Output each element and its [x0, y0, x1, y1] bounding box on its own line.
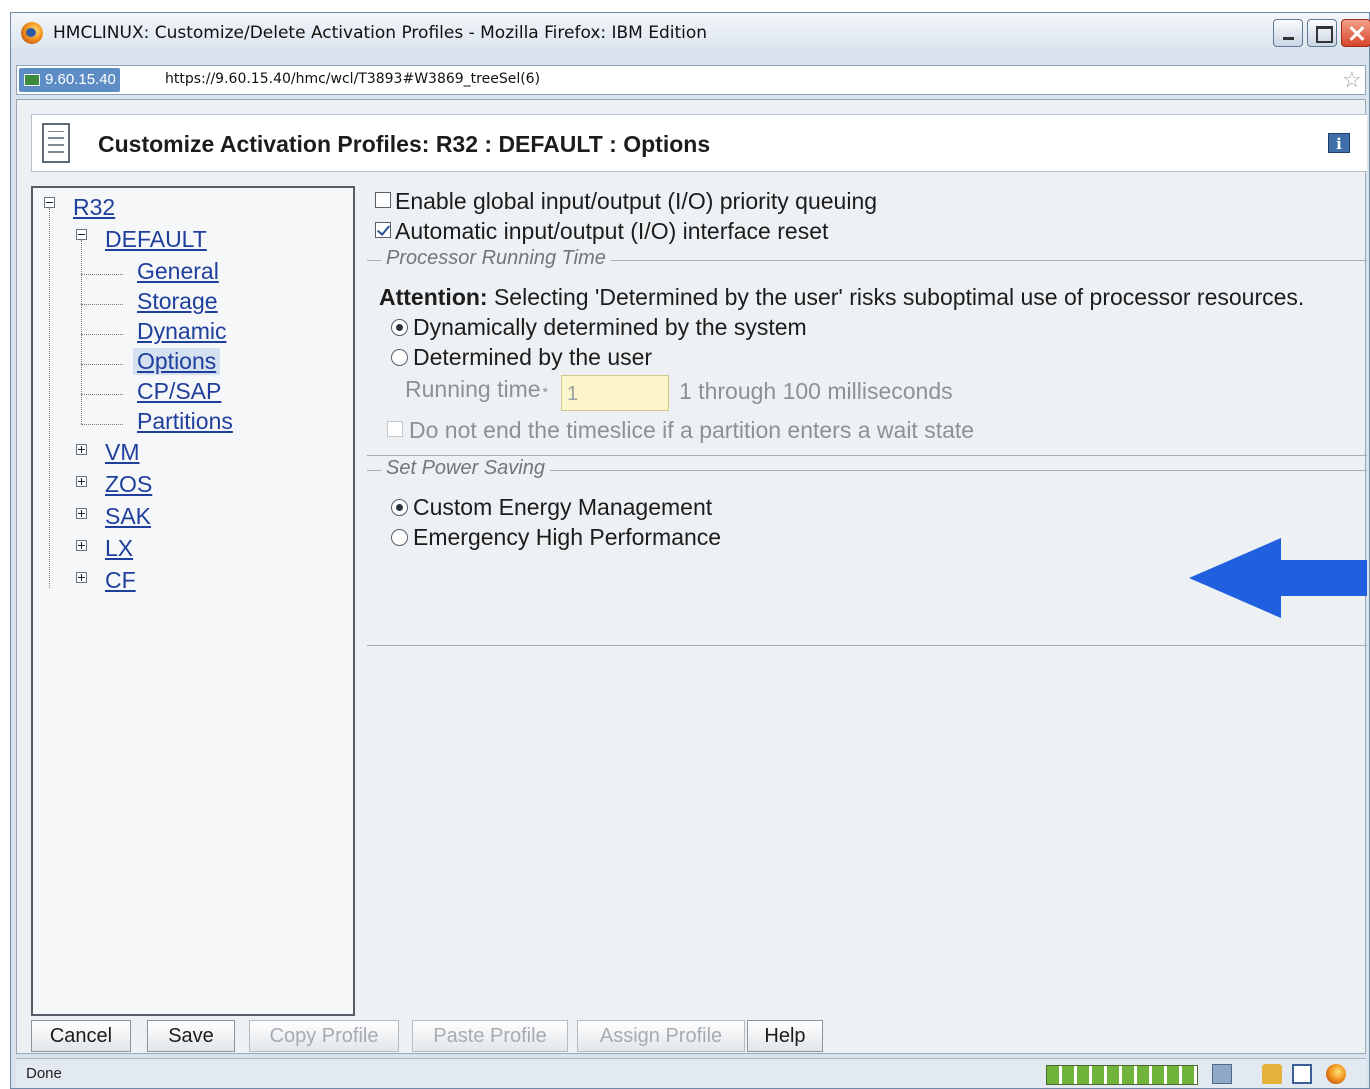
tree-line	[49, 208, 50, 588]
profile-tree: R32 DEFAULT General Storage Dynamic Opti…	[31, 186, 355, 1016]
expand-icon[interactable]	[76, 572, 87, 583]
tree-node-partitions[interactable]: Partitions	[137, 408, 233, 435]
tree-node-cpsap[interactable]: CP/SAP	[137, 378, 221, 405]
copy-profile-button[interactable]: Copy Profile	[249, 1020, 399, 1052]
tree-node-lx[interactable]: LX	[105, 535, 133, 562]
global-io-priority-checkbox[interactable]	[375, 192, 391, 208]
tree-node-cf[interactable]: CF	[105, 567, 136, 594]
options-panel: Enable global input/output (I/O) priorit…	[367, 186, 1367, 1016]
tree-line	[81, 274, 123, 275]
running-time-label: Running time *	[405, 376, 548, 403]
expand-icon[interactable]	[76, 540, 87, 551]
popup-blocked-icon[interactable]	[1292, 1064, 1312, 1084]
io-interface-reset-checkbox[interactable]	[375, 222, 391, 238]
site-identity-badge[interactable]: 9.60.15.40	[19, 68, 120, 92]
bookmark-star-icon[interactable]: ☆	[1342, 68, 1362, 92]
status-text: Done	[26, 1065, 62, 1082]
expand-icon[interactable]	[76, 476, 87, 487]
maximize-button[interactable]	[1307, 19, 1337, 47]
custom-energy-label: Custom Energy Management	[413, 494, 713, 520]
user-determined-radio[interactable]	[391, 349, 408, 366]
lock-icon[interactable]	[1262, 1064, 1282, 1084]
timeslice-wait-label: Do not end the timeslice if a partition …	[409, 417, 975, 443]
tree-node-dynamic[interactable]: Dynamic	[137, 318, 226, 345]
site-icon	[24, 74, 40, 86]
page-title: Customize Activation Profiles: R32 : DEF…	[98, 131, 711, 157]
minimize-button[interactable]	[1273, 19, 1303, 47]
tree-node-storage[interactable]: Storage	[137, 288, 218, 315]
collapse-icon[interactable]	[44, 197, 55, 208]
dynamic-determined-label: Dynamically determined by the system	[413, 314, 807, 340]
assign-profile-button[interactable]: Assign Profile	[577, 1020, 745, 1052]
attention-label: Attention:	[379, 284, 488, 310]
tree-node-general[interactable]: General	[137, 258, 219, 285]
tree-node-sak[interactable]: SAK	[105, 503, 151, 530]
expand-icon[interactable]	[76, 508, 87, 519]
firefox-icon	[21, 22, 43, 44]
timeslice-wait-checkbox[interactable]	[387, 421, 403, 437]
required-marker: *	[542, 384, 548, 400]
info-icon[interactable]: i	[1328, 133, 1350, 153]
left-arrow-icon	[1189, 538, 1367, 618]
title-bar: HMCLINUX: Customize/Delete Activation Pr…	[11, 13, 1370, 51]
status-bar: Done	[16, 1058, 1366, 1088]
content-area: Customize Activation Profiles: R32 : DEF…	[16, 99, 1367, 1054]
tree-line	[81, 240, 82, 424]
tree-node-default[interactable]: DEFAULT	[105, 226, 207, 253]
power-saving-legend: Set Power Saving	[381, 457, 550, 480]
progress-meter	[1046, 1065, 1198, 1085]
tree-node-vm[interactable]: VM	[105, 439, 140, 466]
emergency-performance-radio[interactable]	[391, 529, 408, 546]
user-determined-label: Determined by the user	[413, 344, 653, 370]
tree-line	[81, 364, 123, 365]
running-time-input[interactable]: 1	[561, 375, 669, 411]
download-icon[interactable]	[1212, 1064, 1232, 1084]
running-time-label-text: Running time	[405, 376, 541, 402]
tree-line	[81, 424, 123, 425]
browser-window: HMCLINUX: Customize/Delete Activation Pr…	[10, 12, 1370, 1089]
document-icon	[42, 123, 70, 163]
tree-node-options[interactable]: Options	[133, 348, 221, 375]
custom-energy-radio[interactable]	[391, 499, 408, 516]
site-address: 9.60.15.40	[45, 71, 116, 88]
tree-line	[81, 394, 123, 395]
running-time-hint: 1 through 100 milliseconds	[679, 378, 953, 404]
collapse-icon[interactable]	[76, 229, 87, 240]
attention-message: Selecting 'Determined by the user' risks…	[487, 284, 1305, 310]
firefox-status-icon[interactable]	[1326, 1064, 1346, 1084]
help-button[interactable]: Help	[747, 1020, 823, 1052]
page-header: Customize Activation Profiles: R32 : DEF…	[31, 114, 1367, 172]
io-interface-reset-label: Automatic input/output (I/O) interface r…	[395, 218, 829, 244]
window-title: HMCLINUX: Customize/Delete Activation Pr…	[53, 23, 708, 43]
tree-line	[81, 334, 123, 335]
tree-node-r32[interactable]: R32	[73, 194, 115, 221]
tree-node-zos[interactable]: ZOS	[105, 471, 152, 498]
address-bar[interactable]: 9.60.15.40 https://9.60.15.40/hmc/wcl/T3…	[16, 65, 1366, 95]
tree-line	[81, 304, 123, 305]
attention-text: Attention: Selecting 'Determined by the …	[379, 284, 1304, 311]
dynamic-determined-radio[interactable]	[391, 319, 408, 336]
url-text[interactable]: https://9.60.15.40/hmc/wcl/T3893#W3869_t…	[165, 71, 540, 87]
paste-profile-button[interactable]: Paste Profile	[412, 1020, 568, 1052]
processor-running-time-legend: Processor Running Time	[381, 247, 611, 270]
emergency-performance-label: Emergency High Performance	[413, 524, 722, 550]
save-button[interactable]: Save	[147, 1020, 235, 1052]
cancel-button[interactable]: Cancel	[31, 1020, 131, 1052]
expand-icon[interactable]	[76, 444, 87, 455]
global-io-priority-label: Enable global input/output (I/O) priorit…	[395, 188, 878, 214]
close-button[interactable]	[1341, 19, 1370, 47]
